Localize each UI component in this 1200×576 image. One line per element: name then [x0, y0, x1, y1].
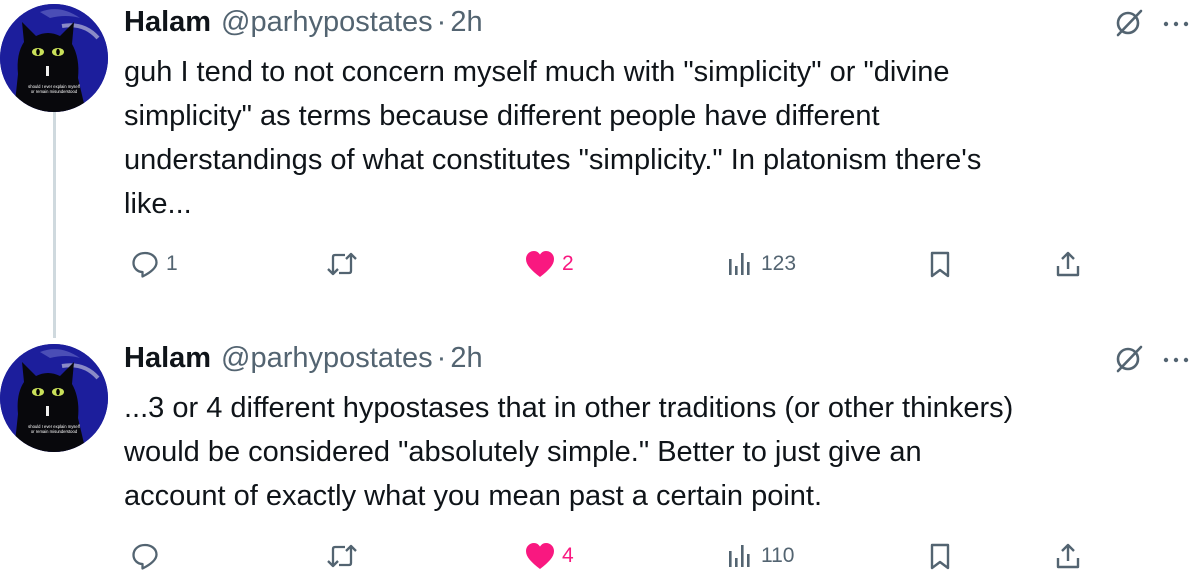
- heart-icon: [526, 251, 554, 277]
- share-button[interactable]: [1053, 244, 1083, 284]
- retweet-button[interactable]: [325, 536, 365, 576]
- reply-button[interactable]: 1: [130, 244, 178, 284]
- cat-avatar-image: should I ever explain myself or remain m…: [0, 344, 108, 452]
- tweet-text: ...3 or 4 different hypostases that in o…: [124, 386, 1184, 518]
- reply-button[interactable]: [130, 536, 166, 576]
- grok-icon[interactable]: [1114, 344, 1144, 374]
- views-button[interactable]: 123: [725, 244, 796, 284]
- views-button[interactable]: 110: [725, 536, 794, 576]
- share-icon: [1056, 543, 1080, 569]
- author-handle[interactable]: @parhypostates: [221, 342, 433, 375]
- views-count: 110: [761, 544, 795, 567]
- tweet-header: Halam @parhypostates · 2h: [124, 338, 483, 378]
- tweet-text-line: would be considered "absolutely simple."…: [124, 436, 922, 468]
- action-bar: 4 110: [120, 536, 1200, 576]
- bookmark-button[interactable]: [925, 536, 955, 576]
- bookmark-icon: [930, 251, 950, 278]
- author-name[interactable]: Halam: [124, 342, 211, 375]
- like-count: 2: [562, 252, 574, 275]
- cat-avatar-image: should I ever explain myself or remain m…: [0, 4, 108, 112]
- like-count: 4: [562, 544, 574, 567]
- tweet-text-line: understandings of what constitutes "simp…: [124, 144, 982, 176]
- tweet-text-line: like...: [124, 188, 192, 220]
- avatar[interactable]: should I ever explain myself or remain m…: [0, 344, 108, 452]
- tweet-text-line: guh I tend to not concern myself much wi…: [124, 56, 950, 88]
- tweet-text-line: ...3 or 4 different hypostases that in o…: [124, 392, 1014, 424]
- like-button[interactable]: 2: [524, 244, 574, 284]
- author-handle[interactable]: @parhypostates: [221, 6, 433, 39]
- retweet-icon: [327, 252, 357, 276]
- timestamp[interactable]: 2h: [450, 342, 482, 375]
- tweet-text-line: simplicity" as terms because different p…: [124, 100, 880, 132]
- timestamp[interactable]: 2h: [450, 6, 482, 39]
- avatar-caption: or remain misunderstood: [31, 89, 78, 94]
- tweet-text-line: account of exactly what you mean past a …: [124, 480, 823, 512]
- heart-icon: [526, 543, 554, 569]
- bookmark-icon: [930, 543, 950, 570]
- separator-dot: ·: [436, 341, 447, 374]
- retweet-button[interactable]: [325, 244, 365, 284]
- retweet-icon: [327, 544, 357, 568]
- grok-icon[interactable]: [1114, 8, 1144, 38]
- reply-icon: [132, 543, 158, 570]
- bookmark-button[interactable]: [925, 244, 955, 284]
- like-button[interactable]: 4: [524, 536, 574, 576]
- more-icon[interactable]: [1160, 12, 1192, 36]
- reply-count: 1: [166, 252, 178, 275]
- share-icon: [1056, 251, 1080, 277]
- tweet-text: guh I tend to not concern myself much wi…: [124, 50, 1184, 226]
- more-icon[interactable]: [1160, 348, 1192, 372]
- separator-dot: ·: [436, 5, 447, 38]
- views-count: 123: [761, 252, 797, 275]
- reply-icon: [132, 251, 158, 278]
- avatar[interactable]: should I ever explain myself or remain m…: [0, 4, 108, 112]
- avatar-caption: or remain misunderstood: [31, 429, 78, 434]
- views-icon: [729, 253, 750, 275]
- share-button[interactable]: [1053, 536, 1083, 576]
- thread-connector-line: [53, 108, 56, 338]
- author-name[interactable]: Halam: [124, 6, 211, 39]
- action-bar: 1 2 123: [120, 244, 1200, 284]
- tweet-header: Halam @parhypostates · 2h: [124, 2, 483, 42]
- views-icon: [729, 545, 750, 567]
